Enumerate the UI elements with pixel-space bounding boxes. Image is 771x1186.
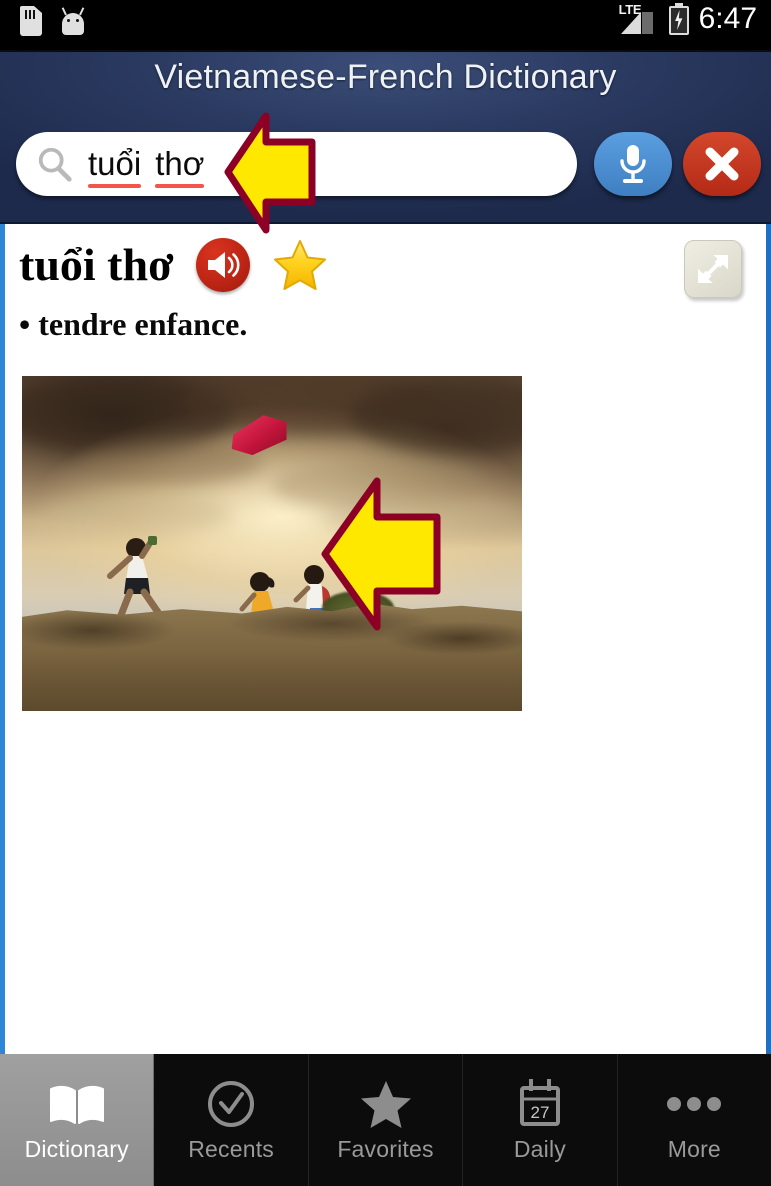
tab-recents[interactable]: Recents bbox=[154, 1054, 309, 1186]
tab-label: Dictionary bbox=[24, 1135, 129, 1162]
calendar-day-label: 27 bbox=[530, 1103, 549, 1122]
favorite-star-button[interactable] bbox=[272, 238, 328, 292]
image-arrow bbox=[321, 477, 441, 631]
speaker-volume-icon bbox=[207, 252, 240, 278]
tab-daily[interactable]: 27 Daily bbox=[463, 1054, 618, 1186]
search-field-arrow bbox=[224, 112, 316, 234]
dictionary-entry-panel: tuổi thơ • tendre enfance. bbox=[0, 224, 771, 1054]
app-screen: LTE 6:47 Vietnamese-French Dictionary tu… bbox=[0, 0, 771, 1186]
clock-label: 6:47 bbox=[698, 2, 757, 35]
tab-more[interactable]: More bbox=[618, 1054, 771, 1186]
battery-charging-icon bbox=[668, 3, 691, 35]
calendar-icon: 27 bbox=[514, 1078, 566, 1130]
status-bar: LTE 6:47 bbox=[0, 0, 771, 52]
app-header: Vietnamese-French Dictionary tuổi thơ bbox=[0, 52, 771, 224]
tab-label: More bbox=[667, 1135, 721, 1162]
left-edge-accent bbox=[0, 224, 5, 1054]
tab-label: Daily bbox=[513, 1135, 566, 1162]
microphone-icon bbox=[620, 145, 646, 183]
tab-label: Favorites bbox=[337, 1135, 434, 1162]
page-title: Vietnamese-French Dictionary bbox=[154, 58, 617, 96]
tab-dictionary[interactable]: Dictionary bbox=[0, 1054, 155, 1186]
tab-label: Recents bbox=[188, 1135, 274, 1162]
headword-label: tuổi thơ bbox=[19, 239, 174, 290]
children-flying-kite-photo bbox=[22, 376, 522, 711]
definition-text: • tendre enfance. bbox=[19, 306, 248, 342]
check-circle-icon bbox=[205, 1078, 257, 1130]
search-word-1: tuổi bbox=[88, 145, 142, 188]
pronounce-button[interactable] bbox=[195, 238, 250, 292]
tab-favorites[interactable]: Favorites bbox=[309, 1054, 464, 1186]
open-book-icon bbox=[47, 1078, 107, 1130]
search-input-value: tuổi thơ bbox=[88, 145, 205, 188]
ellipsis-icon bbox=[664, 1078, 724, 1130]
search-word-2: thơ bbox=[155, 145, 205, 188]
star-filled-icon bbox=[273, 240, 326, 290]
entry-header-row: tuổi thơ bbox=[19, 238, 328, 292]
voice-search-button[interactable] bbox=[594, 132, 672, 196]
clear-search-button[interactable] bbox=[683, 132, 761, 196]
right-edge-accent bbox=[766, 224, 771, 1054]
bottom-tab-bar: Dictionary Recents Favorites 27 Daily Mo… bbox=[0, 1054, 771, 1186]
expand-button[interactable] bbox=[684, 240, 742, 298]
status-bar-right-icons: LTE 6:47 bbox=[619, 2, 757, 36]
star-icon bbox=[359, 1078, 413, 1130]
expand-diagonal-arrows-icon bbox=[698, 255, 728, 283]
sd-card-icon bbox=[20, 6, 42, 36]
android-robot-icon bbox=[60, 7, 86, 35]
close-x-icon bbox=[705, 147, 739, 181]
signal-bars-icon: LTE bbox=[619, 2, 659, 36]
search-icon bbox=[38, 147, 72, 182]
status-bar-left-icons bbox=[20, 6, 86, 36]
